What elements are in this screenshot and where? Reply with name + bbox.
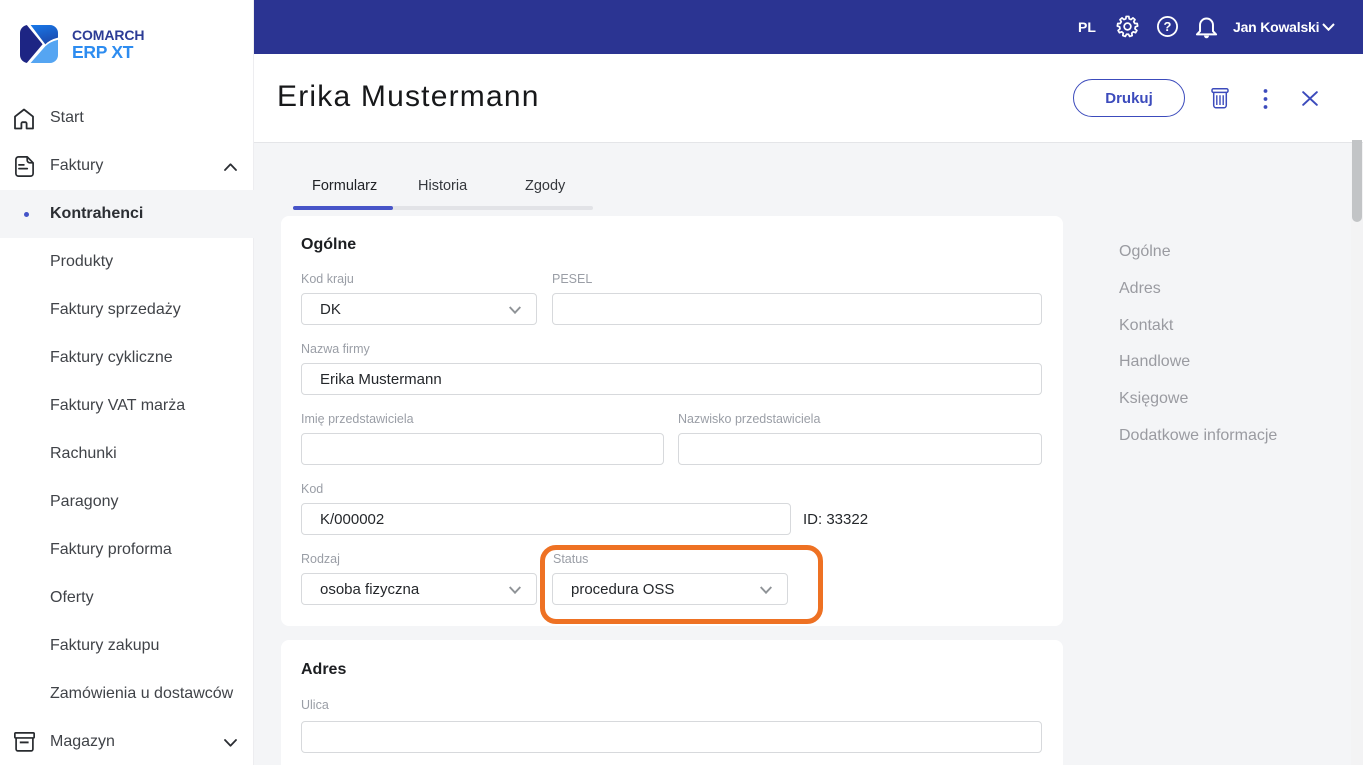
svg-text:?: ?: [1164, 19, 1172, 34]
